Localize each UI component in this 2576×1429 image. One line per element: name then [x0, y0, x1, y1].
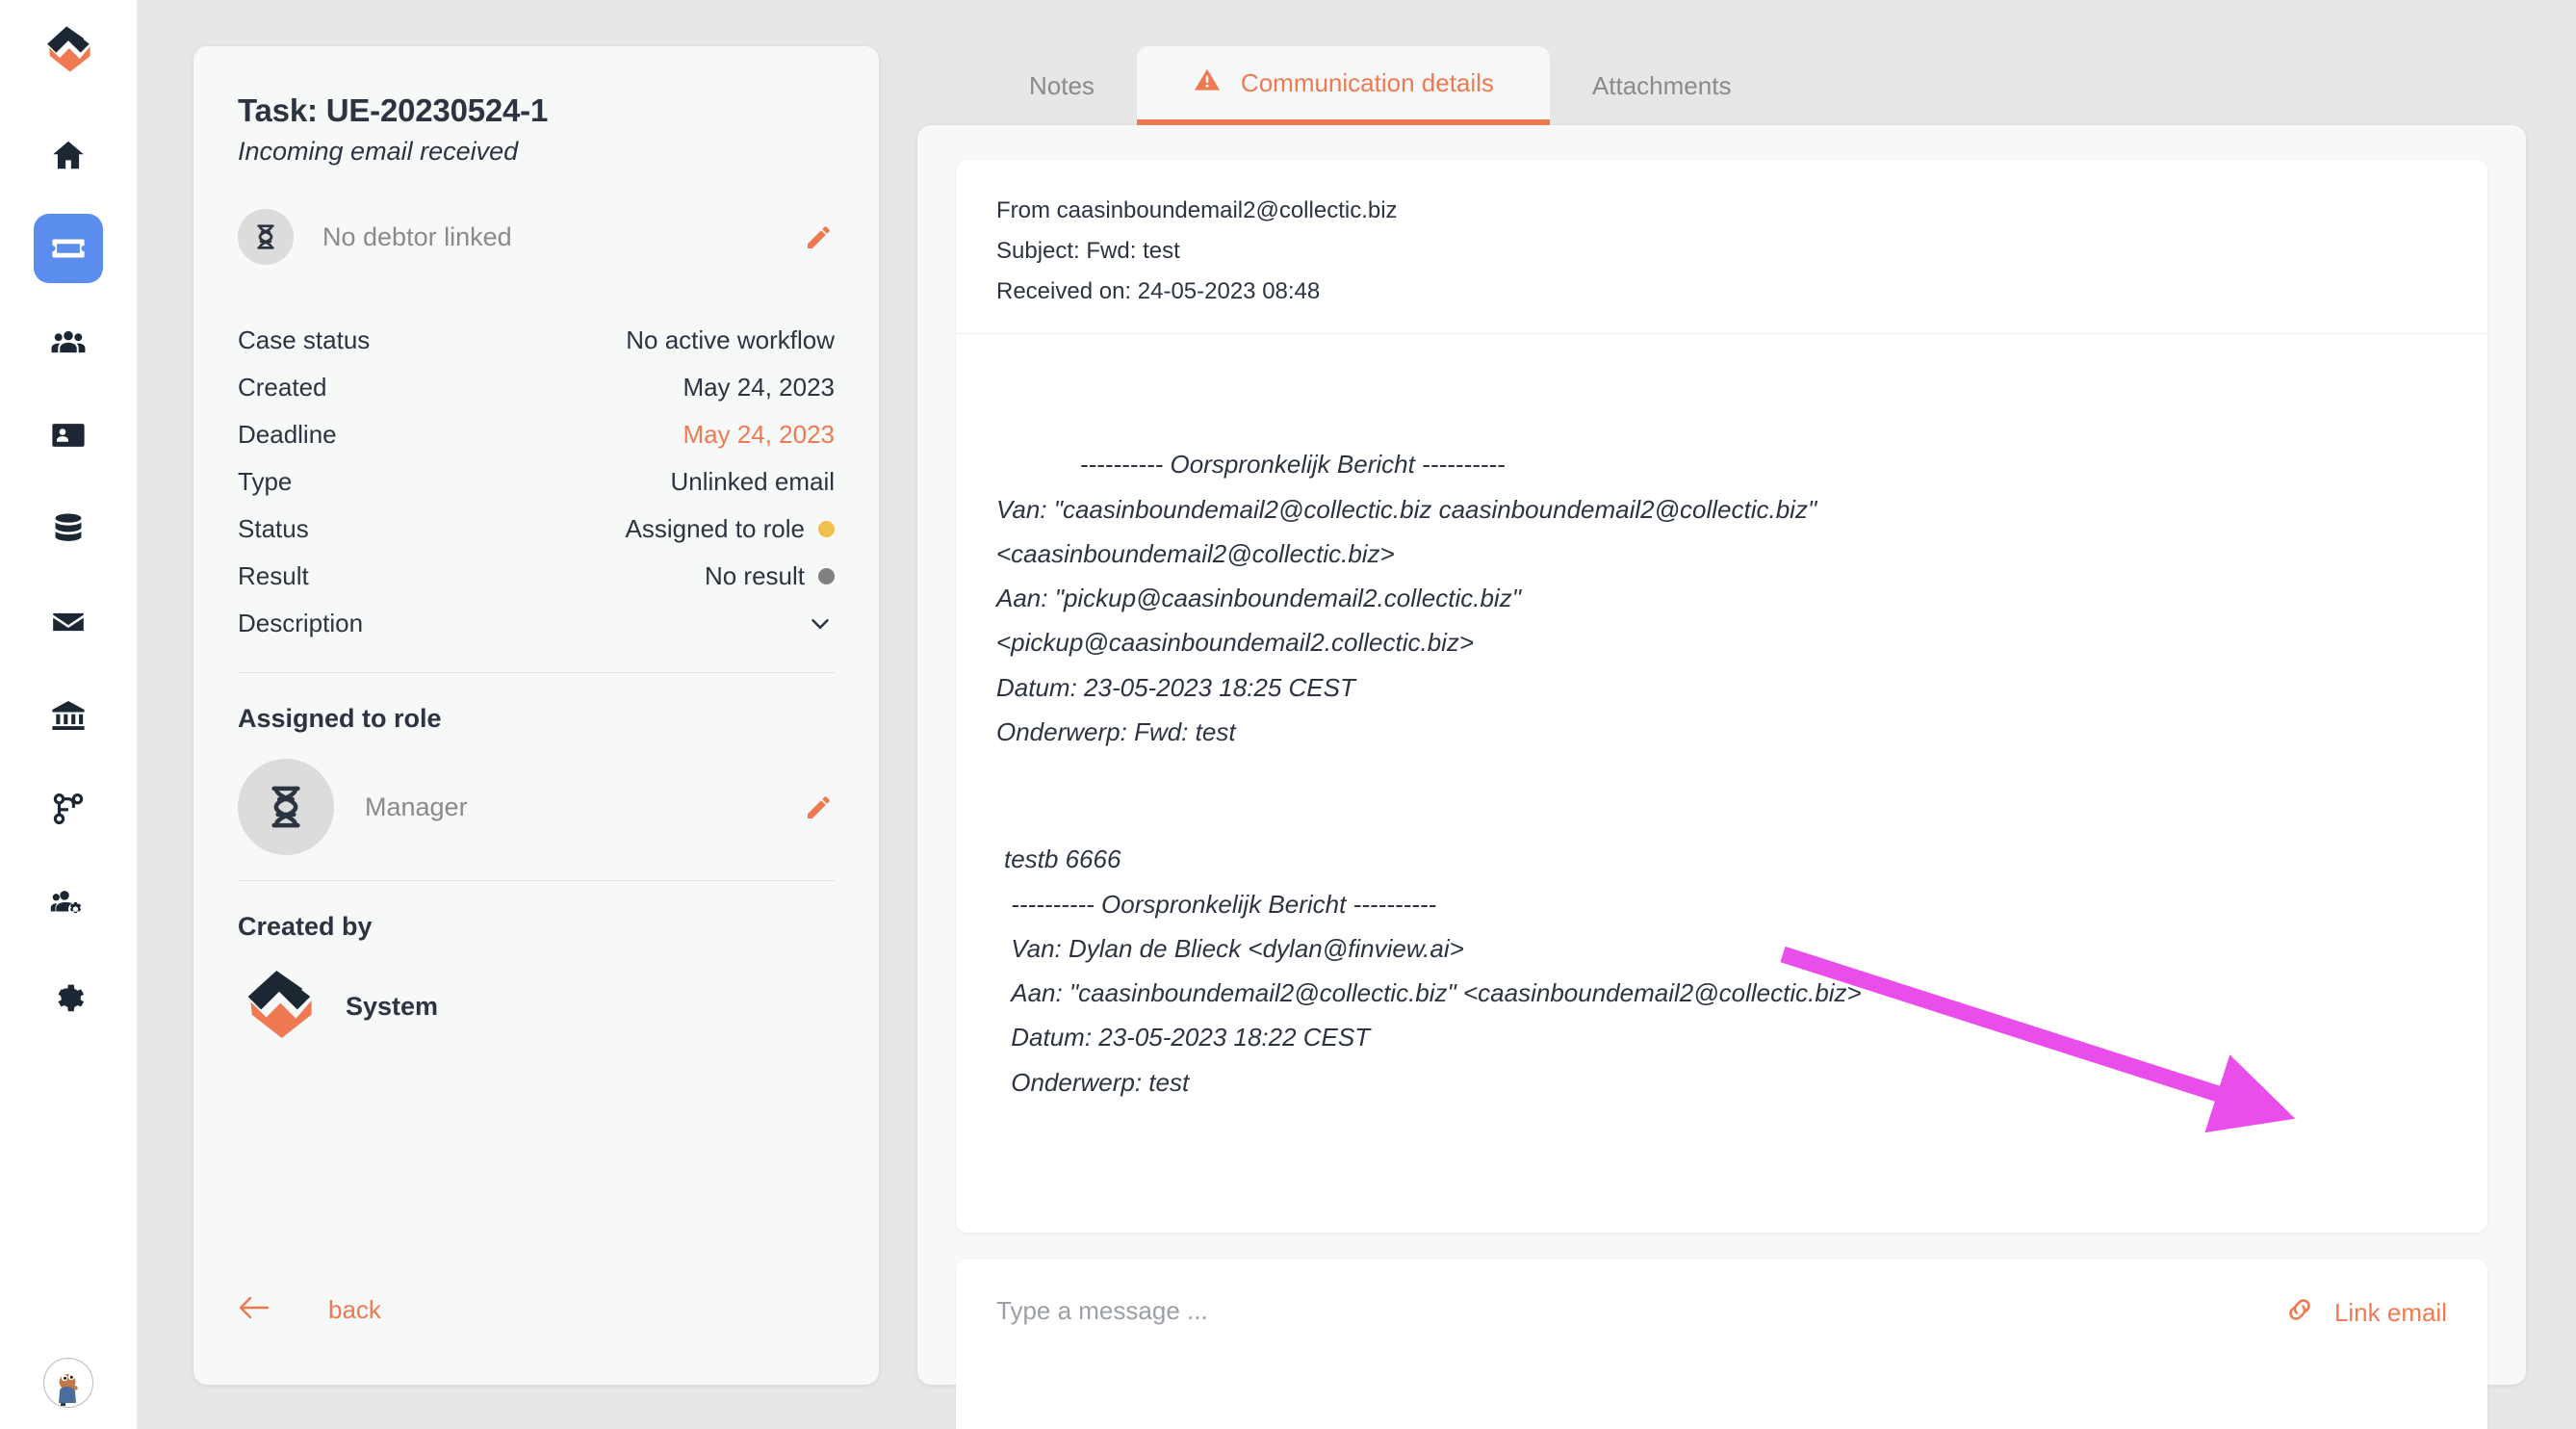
prop-value: No result: [705, 561, 835, 591]
composer-top: Link email: [996, 1291, 2447, 1417]
sidebar-item-home[interactable]: [34, 120, 103, 190]
edit-role-button[interactable]: [804, 792, 835, 822]
prop-value-text: Unlinked email: [670, 467, 835, 496]
warning-triangle-icon: [1193, 65, 1222, 101]
prop-value: Assigned to role: [626, 514, 835, 544]
created-by-row: System: [238, 963, 835, 1051]
debtor-name: No debtor linked: [322, 221, 512, 251]
user-avatar[interactable]: [43, 1358, 93, 1408]
assigned-role-heading: Assigned to role: [238, 704, 442, 733]
email-header: From caasinboundemail2@collectic.biz Sub…: [996, 191, 2447, 312]
role-avatar: [238, 759, 334, 855]
table-row: Status Assigned to role: [238, 506, 835, 553]
sidebar-item-people[interactable]: [34, 307, 103, 377]
description-row[interactable]: Description: [238, 600, 835, 647]
prop-value-text: No result: [704, 561, 805, 590]
prop-label: Created: [238, 373, 327, 402]
tab-bar: Notes Communication details Attachments: [917, 46, 2526, 125]
email-quote-block-2: testb 6666 ---------- Oorspronkelijk Ber…: [1004, 844, 1862, 1097]
prop-value: May 24, 2023: [683, 420, 835, 450]
prop-label: Type: [238, 467, 293, 496]
page-title: Task: UE-20230524-1: [238, 92, 549, 128]
prop-label: Result: [238, 561, 309, 590]
link-email-button[interactable]: Link email: [2284, 1292, 2447, 1332]
sidebar-item-contacts[interactable]: [34, 401, 103, 470]
edit-debtor-button[interactable]: [804, 221, 835, 252]
app-root: Task: UE-20230524-1 Incoming email recei…: [0, 0, 2576, 1429]
back-label: back: [328, 1295, 381, 1324]
prop-value: May 24, 2023: [683, 373, 835, 403]
email-received: Received on: 24-05-2023 08:48: [996, 278, 1321, 304]
assigned-role-name: Manager: [365, 792, 468, 821]
email-card: From caasinboundemail2@collectic.biz Sub…: [956, 160, 2487, 1233]
status-badge: [818, 521, 835, 537]
table-row: Case status No active workflow: [238, 317, 835, 364]
app-logo[interactable]: [40, 21, 96, 82]
email-quote-block-1: ---------- Oorspronkelijk Bericht ------…: [996, 450, 1817, 746]
divider: [238, 880, 835, 881]
main-content: Task: UE-20230524-1 Incoming email recei…: [138, 0, 2576, 1429]
divider: [956, 333, 2487, 334]
prop-value-text: May 24, 2023: [683, 373, 835, 402]
app-logo: [238, 963, 321, 1051]
tab-label: Attachments: [1591, 70, 1732, 100]
prop-label: Case status: [238, 325, 371, 354]
prop-label: Deadline: [238, 420, 337, 449]
sidebar-item-tickets[interactable]: [34, 214, 103, 283]
table-row: Result No result: [238, 553, 835, 600]
created-by-name: System: [346, 992, 439, 1021]
task-detail-card: Task: UE-20230524-1 Incoming email recei…: [193, 46, 879, 1385]
debtor-row: No debtor linked: [238, 209, 835, 265]
tab-label: Communication details: [1240, 67, 1494, 97]
email-subject: Subject: Fwd: test: [996, 238, 1180, 264]
prop-value-text: May 24, 2023: [683, 420, 835, 449]
tab-notes[interactable]: Notes: [987, 46, 1137, 125]
sidebar-item-mail[interactable]: [34, 587, 103, 657]
email-body: ---------- Oorspronkelijk Bericht ------…: [996, 398, 2447, 1194]
right-column: Notes Communication details Attachments: [917, 46, 2526, 1429]
tab-label: Notes: [1029, 70, 1095, 100]
sidebar-item-user-management[interactable]: [34, 868, 103, 937]
back-button[interactable]: back: [238, 1295, 835, 1346]
email-from: From caasinboundemail2@collectic.biz: [996, 197, 1398, 223]
sidebar-nav: [34, 120, 103, 1030]
prop-value: No active workflow: [626, 325, 835, 355]
debtor-avatar: [238, 209, 294, 265]
sidebar-item-settings[interactable]: [34, 961, 103, 1030]
prop-value-text: No active workflow: [626, 325, 835, 354]
sidebar-item-bank[interactable]: [34, 681, 103, 750]
tab-communication-details[interactable]: Communication details: [1136, 46, 1550, 125]
table-row: Type Unlinked email: [238, 458, 835, 506]
communication-panel: From caasinboundemail2@collectic.biz Sub…: [917, 125, 2526, 1429]
divider: [238, 672, 835, 673]
task-properties: Case status No active workflow Created M…: [238, 317, 835, 647]
sidebar: [0, 0, 138, 1429]
task-subtitle: Incoming email received: [238, 137, 519, 166]
link-email-label: Link email: [2333, 1297, 2447, 1327]
tab-attachments[interactable]: Attachments: [1550, 46, 1774, 125]
table-row: Created May 24, 2023: [238, 364, 835, 411]
chevron-down-icon[interactable]: [806, 610, 835, 638]
prop-value-text: Assigned to role: [625, 514, 805, 543]
assigned-role-row: Manager: [238, 759, 835, 855]
prop-value: Unlinked email: [670, 467, 835, 497]
message-input[interactable]: [996, 1291, 2284, 1417]
sidebar-item-workflows[interactable]: [34, 774, 103, 844]
status-badge: [818, 568, 835, 585]
description-label: Description: [238, 609, 364, 637]
prop-label: Status: [238, 514, 309, 543]
table-row: Deadline May 24, 2023: [238, 411, 835, 458]
link-icon: [2284, 1294, 2315, 1332]
message-composer: Link email Task status Assigned to role …: [956, 1259, 2487, 1429]
arrow-left-icon: [238, 1295, 270, 1325]
created-by-heading: Created by: [238, 912, 373, 941]
sidebar-item-database[interactable]: [34, 494, 103, 563]
